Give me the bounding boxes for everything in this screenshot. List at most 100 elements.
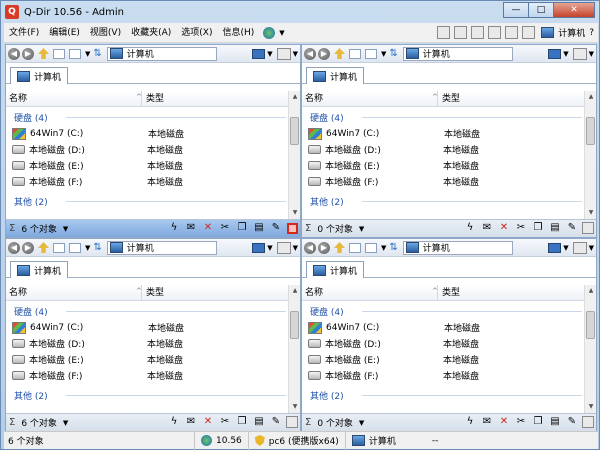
layout-one-icon[interactable]	[437, 26, 451, 39]
preview-icon[interactable]	[572, 242, 587, 254]
up-folder-icon[interactable]	[334, 48, 345, 59]
list-item[interactable]: 本地磁盘 (F:) 本地磁盘	[12, 368, 282, 383]
up-folder-icon[interactable]	[38, 242, 49, 253]
scroll-down-icon[interactable]: ▼	[585, 207, 597, 219]
list-item[interactable]: 64Win7 (C:) 本地磁盘	[12, 320, 282, 335]
chevron-down-icon[interactable]: ▼	[359, 419, 364, 427]
address-bar[interactable]: 计算机	[402, 240, 513, 255]
list-item[interactable]: 64Win7 (C:) 本地磁盘	[308, 320, 578, 335]
refresh-icon[interactable]: ⇅	[93, 48, 101, 59]
delete-icon[interactable]: ✕	[202, 416, 214, 428]
globe-icon[interactable]	[263, 26, 276, 39]
rename-icon[interactable]: ✎	[566, 416, 578, 428]
forward-icon[interactable]: ▶	[318, 47, 330, 60]
layout-four-icon[interactable]	[488, 26, 502, 39]
chevron-down-icon[interactable]: ▼	[63, 419, 68, 427]
vertical-scrollbar[interactable]: ▲ ▼	[584, 285, 596, 413]
chevron-down-icon[interactable]: ▼	[589, 50, 594, 58]
title-bar[interactable]: Q Q-Dir 10.56 - Admin — □ ✕	[1, 1, 599, 23]
copy-icon[interactable]: ❐	[236, 416, 248, 428]
email-icon[interactable]: ✉	[481, 222, 493, 234]
settings-icon[interactable]	[522, 26, 536, 39]
layout-two-icon[interactable]	[454, 26, 468, 39]
email-icon[interactable]: ✉	[185, 416, 197, 428]
list-item[interactable]: 本地磁盘 (E:) 本地磁盘	[308, 158, 578, 173]
chevron-down-icon[interactable]: ▼	[63, 225, 68, 233]
chevron-down-icon[interactable]: ▼	[563, 244, 568, 252]
scroll-thumb[interactable]	[290, 117, 299, 145]
monitor-icon[interactable]	[252, 243, 266, 253]
address-bar[interactable]: 计算机	[106, 46, 217, 61]
refresh-icon[interactable]: ⇅	[93, 242, 101, 253]
list-item[interactable]: 64Win7 (C:) 本地磁盘	[12, 126, 282, 141]
back-icon[interactable]: ◀	[304, 241, 316, 254]
up-folder-icon[interactable]	[38, 48, 49, 59]
refresh-icon[interactable]: ⇅	[389, 48, 397, 59]
new-folder-icon[interactable]	[53, 48, 65, 59]
delete-icon[interactable]: ✕	[498, 416, 510, 428]
vertical-scrollbar[interactable]: ▲ ▼	[584, 91, 596, 219]
chevron-down-icon[interactable]: ▼	[589, 244, 594, 252]
lightning-icon[interactable]: ϟ	[168, 222, 180, 234]
copy-icon[interactable]: ❐	[532, 222, 544, 234]
group-header[interactable]: 其他 (2)	[14, 195, 48, 208]
chevron-down-icon[interactable]: ▼	[267, 244, 272, 252]
up-folder-icon[interactable]	[334, 242, 345, 253]
column-type-header[interactable]: 类型	[438, 91, 460, 106]
stop-icon[interactable]	[582, 416, 594, 428]
group-header[interactable]: 其他 (2)	[310, 389, 344, 402]
paste-icon[interactable]: ▤	[253, 222, 265, 234]
layout-three-icon[interactable]	[471, 26, 485, 39]
copy-icon[interactable]: ❐	[236, 222, 248, 234]
view-mode-icon[interactable]	[69, 242, 81, 253]
view-mode-icon[interactable]	[365, 242, 377, 253]
list-item[interactable]: 本地磁盘 (E:) 本地磁盘	[308, 352, 578, 367]
lightning-icon[interactable]: ϟ	[464, 222, 476, 234]
list-item[interactable]: 本地磁盘 (F:) 本地磁盘	[308, 174, 578, 189]
scroll-thumb[interactable]	[586, 117, 595, 145]
list-item[interactable]: 本地磁盘 (E:) 本地磁盘	[12, 158, 282, 173]
layout-grid-icon[interactable]	[505, 26, 519, 39]
forward-icon[interactable]: ▶	[22, 241, 34, 254]
preview-icon[interactable]	[276, 242, 291, 254]
rename-icon[interactable]: ✎	[270, 416, 282, 428]
chevron-down-icon[interactable]: ▼	[85, 50, 90, 58]
back-icon[interactable]: ◀	[8, 241, 20, 254]
chevron-down-icon[interactable]: ▼	[563, 50, 568, 58]
view-mode-icon[interactable]	[69, 48, 81, 59]
scroll-up-icon[interactable]: ▲	[585, 285, 597, 297]
lightning-icon[interactable]: ϟ	[168, 416, 180, 428]
new-folder-icon[interactable]	[349, 48, 361, 59]
vertical-scrollbar[interactable]: ▲ ▼	[288, 91, 300, 219]
refresh-icon[interactable]: ⇅	[389, 242, 397, 253]
email-icon[interactable]: ✉	[481, 416, 493, 428]
paste-icon[interactable]: ▤	[549, 416, 561, 428]
stop-icon[interactable]	[286, 416, 298, 428]
scroll-thumb[interactable]	[290, 311, 299, 339]
cut-icon[interactable]: ✂	[219, 222, 231, 234]
scroll-up-icon[interactable]: ▲	[289, 285, 301, 297]
close-button[interactable]: ✕	[553, 2, 595, 18]
vertical-scrollbar[interactable]: ▲ ▼	[288, 285, 300, 413]
monitor-icon[interactable]	[252, 49, 266, 59]
back-icon[interactable]: ◀	[8, 47, 20, 60]
scroll-down-icon[interactable]: ▼	[585, 401, 597, 413]
rename-icon[interactable]: ✎	[566, 222, 578, 234]
scroll-up-icon[interactable]: ▲	[289, 91, 301, 103]
delete-icon[interactable]: ✕	[202, 222, 214, 234]
group-header[interactable]: 其他 (2)	[14, 389, 48, 402]
list-item[interactable]: 64Win7 (C:) 本地磁盘	[308, 126, 578, 141]
menu-favorites[interactable]: 收藏夹(A)	[126, 23, 176, 43]
tab-computer[interactable]: 计算机	[10, 261, 69, 278]
monitor-icon[interactable]	[548, 243, 562, 253]
list-item[interactable]: 本地磁盘 (D:) 本地磁盘	[308, 336, 578, 351]
chevron-down-icon[interactable]: ▼	[293, 50, 298, 58]
maximize-button[interactable]: □	[528, 2, 554, 18]
stop-icon[interactable]	[287, 222, 298, 234]
new-folder-icon[interactable]	[349, 242, 361, 253]
list-item[interactable]: 本地磁盘 (F:) 本地磁盘	[308, 368, 578, 383]
menu-file[interactable]: 文件(F)	[4, 23, 44, 43]
rename-icon[interactable]: ✎	[270, 222, 282, 234]
preview-icon[interactable]	[572, 48, 587, 60]
tab-computer[interactable]: 计算机	[306, 261, 365, 278]
